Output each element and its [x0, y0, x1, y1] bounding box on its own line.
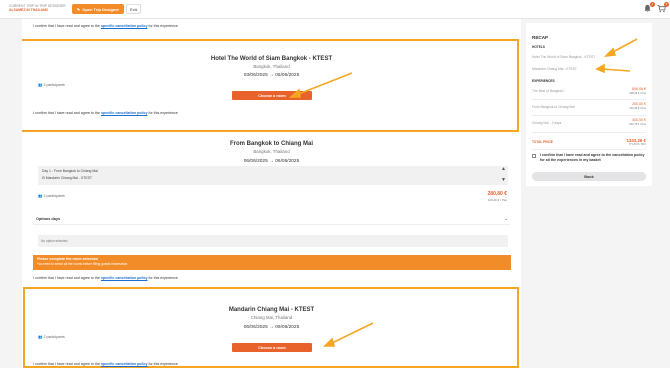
divider [532, 99, 646, 100]
recap-hotel-item: Mandarin Chiang Mai - KTEST [532, 67, 577, 71]
recap-panel: RECAP HOTELS Hotel The World of Siam Ban… [526, 23, 652, 186]
hotel-title: Mandarin Chiang Mai - KTEST [228, 307, 315, 313]
trip-destination: ALSAMEZ IN THAILAND [9, 8, 48, 13]
cart-badge: 3 [664, 2, 669, 7]
hotel-location: Bangkok, Thailand [253, 64, 290, 69]
recap-experience-price: 280,80 € [632, 102, 646, 106]
participants: 👥 2 participants [38, 83, 65, 87]
recap-confirm-text: I confirm that I have read and agree to … [540, 153, 645, 162]
recap-experience-item: The Best of Bangkok ! [532, 89, 565, 93]
confirm-prefix: I confirm that I have read and agree to … [33, 276, 100, 280]
chevron-down-icon: ⌄ [504, 216, 508, 221]
trip-info: CURRENT TRIP IN TRIP DESIGNER ALSAMEZ IN… [9, 4, 66, 13]
recap-experience-item: From Bangkok to Chiang Mai [532, 105, 575, 109]
date-to: 09/06/2025 [275, 325, 300, 330]
hotel-dates: 03/06/2025 → 06/06/2025 [22, 73, 521, 78]
bell-badge: 1 [650, 2, 655, 7]
cancellation-policy-link[interactable]: specific cancellation policy [101, 111, 148, 115]
hotel-location: Chiang Mai, Thailand [250, 315, 293, 320]
confirm-prefix: I confirm that I have read and agree to … [33, 111, 100, 115]
divider [532, 149, 646, 150]
recap-experience-item: Chiang Mai - 3 days [532, 121, 562, 125]
confirm-prefix: I confirm that I have read and agree to … [33, 362, 100, 366]
no-option-box: No option selected [38, 235, 508, 247]
date-to: 06/06/2025 [275, 73, 300, 78]
alert-text: You need to select all the rooms before … [37, 262, 129, 266]
day-box: Day 1 - From Bangkok to Chiang Mai ⊟ Man… [38, 166, 508, 185]
designer-icon: ✎ [76, 6, 81, 12]
hotel-title: Hotel The World of Siam Bangkok - KTEST [210, 56, 333, 62]
choose-room-button[interactable]: Choose a room [232, 343, 312, 352]
exit-button[interactable]: Exit [126, 4, 141, 14]
total-price-per-pax: 771,63 € / PAX [628, 143, 646, 146]
transfer-participants: 👥 2 participants [38, 194, 65, 198]
bed-icon: ⊟ [42, 176, 45, 180]
cancellation-policy-link[interactable]: specific cancellation policy [101, 362, 148, 366]
confirm-suffix: for this experience [148, 111, 178, 115]
choose-room-button[interactable]: Choose a room [232, 91, 312, 100]
date-from: 06/06/2025 [243, 159, 268, 164]
confirm-suffix: for this experience [148, 362, 178, 366]
transfer-dates: 06/06/2025 → 06/06/2025 [22, 159, 521, 164]
transfer-price-per-pax: 140,40 € / Pax [487, 198, 507, 202]
date-from: 06/06/2025 [243, 325, 268, 330]
confirm-prefix: I confirm that I have read and agree to … [33, 24, 100, 28]
recap-hotel-item: Hotel The World of Siam Bangkok - KTEST [532, 55, 596, 59]
recap-experience-price-sub: 140,40 € / Pax [629, 107, 646, 110]
recap-experience-price-sub: 202,75 € / Pax [629, 123, 646, 126]
cancellation-confirm: I confirm that I have read and agree to … [33, 276, 178, 280]
participants: 👥 2 participants [38, 335, 65, 339]
top-bar: CURRENT TRIP IN TRIP DESIGNER ALSAMEZ IN… [0, 0, 670, 19]
day-sub: ⊟ Mandarin Chiang Mai - KTEST [42, 176, 92, 180]
participants-label: 2 participants [43, 335, 65, 339]
main-content: I confirm that I have read and agree to … [22, 19, 521, 368]
cart-icon[interactable]: 3 [656, 2, 669, 14]
date-to: 06/06/2025 [275, 159, 300, 164]
people-icon: 👥 [38, 194, 43, 198]
book-button[interactable]: Book [532, 172, 646, 181]
participants-label: 2 participants [43, 83, 65, 87]
cancellation-confirm: I confirm that I have read and agree to … [33, 111, 178, 115]
cancellation-confirm: I confirm that I have read and agree to … [33, 362, 178, 366]
hotel-card-highlight [22, 39, 519, 132]
confirm-suffix: for this experience [148, 276, 178, 280]
bell-icon[interactable]: 1 [642, 2, 655, 14]
options-days-toggle[interactable]: Options days ⌄ [33, 213, 510, 225]
recap-experience-price: 656,96 € [632, 87, 646, 91]
total-price-label: TOTAL PRICE [532, 140, 553, 144]
participants-label: 2 participants [43, 194, 65, 198]
cancellation-confirm-top: I confirm that I have read and agree to … [33, 24, 178, 28]
people-icon: 👥 [38, 83, 43, 87]
recap-experience-price-sub: 328,48 € / Pax [629, 92, 646, 95]
cancellation-policy-link[interactable]: specific cancellation policy [101, 276, 148, 280]
transfer-location: Bangkok, Thailand [253, 149, 290, 154]
move-up-icon[interactable]: ▲ [501, 166, 506, 172]
day-sub-label: Mandarin Chiang Mai - KTEST [45, 176, 92, 180]
divider [532, 132, 646, 133]
confirm-suffix: for this experience [148, 24, 178, 28]
recap-experiences-label: EXPERIENCES [532, 79, 555, 83]
recap-confirm-checkbox[interactable] [532, 154, 536, 158]
people-icon: 👥 [38, 335, 43, 339]
recap-hotels-label: HOTELS [532, 45, 545, 49]
room-selection-alert: Please complete the room selection You n… [33, 255, 511, 270]
move-down-icon[interactable]: ▼ [501, 177, 506, 183]
day-line: Day 1 - From Bangkok to Chiang Mai [42, 169, 98, 173]
hotel-dates: 06/06/2025 → 09/06/2025 [22, 325, 521, 330]
transfer-price: 280,80 € [487, 191, 507, 197]
open-trip-designer-label: Open Trip Designer [82, 6, 120, 12]
date-from: 03/06/2025 [243, 73, 268, 78]
transfer-title: From Bangkok to Chiang Mai [229, 141, 313, 147]
open-trip-designer-button[interactable]: ✎ Open Trip Designer [72, 4, 124, 14]
divider [532, 115, 646, 116]
cancellation-policy-link[interactable]: specific cancellation policy [101, 24, 148, 28]
options-days-label: Options days [36, 217, 61, 221]
recap-experience-price: 405,50 € [632, 118, 646, 122]
recap-title: RECAP [532, 35, 549, 40]
